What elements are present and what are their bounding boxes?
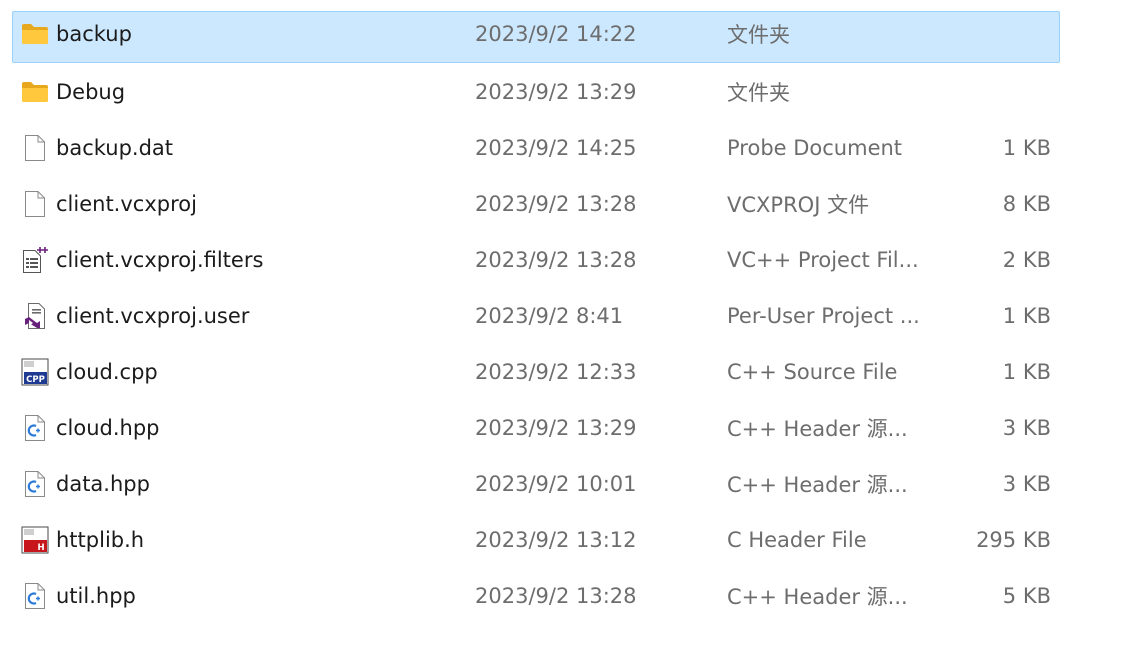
file-row-client-vcxproj[interactable]: client.vcxproj 2023/9/2 13:28 VCXPROJ 文件…: [12, 176, 1060, 232]
file-row-client-vcxproj-user[interactable]: client.vcxproj.user 2023/9/2 8:41 Per-Us…: [12, 288, 1060, 344]
file-type: C++ Header 源...: [727, 585, 908, 609]
file-name: client.vcxproj.user: [56, 304, 250, 328]
file-row-cloud-hpp[interactable]: cloud.hpp 2023/9/2 13:29 C++ Header 源...…: [12, 400, 1060, 456]
blank-file-icon: [19, 177, 51, 231]
file-name: backup.dat: [56, 136, 174, 160]
file-type: Per-User Project ...: [727, 304, 920, 328]
blank-file-icon: [19, 121, 51, 175]
file-type: C++ Header 源...: [727, 417, 908, 441]
file-type: C++ Header 源...: [727, 473, 908, 497]
file-date: 2023/9/2 13:28: [475, 192, 637, 216]
file-type: VCXPROJ 文件: [727, 193, 870, 217]
file-size: 1 KB: [1002, 304, 1051, 328]
file-name: httplib.h: [56, 528, 145, 552]
file-date: 2023/9/2 13:29: [475, 80, 637, 104]
file-row-client-vcxproj-filters[interactable]: client.vcxproj.filters 2023/9/2 13:28 VC…: [12, 232, 1060, 288]
cpp-file-icon: CPP: [19, 345, 51, 399]
file-name: util.hpp: [56, 584, 136, 608]
vc-filters-file-icon: [19, 233, 51, 287]
file-row-util-hpp[interactable]: util.hpp 2023/9/2 13:28 C++ Header 源... …: [12, 568, 1060, 624]
cpp-header-file-icon: [19, 569, 51, 623]
file-date: 2023/9/2 12:33: [475, 360, 637, 384]
file-size: 5 KB: [1002, 584, 1051, 608]
folder-icon: [19, 9, 51, 59]
file-size: 8 KB: [1002, 192, 1051, 216]
file-type: Probe Document: [727, 136, 903, 160]
file-date: 2023/9/2 14:25: [475, 136, 637, 160]
file-row-cloud-cpp[interactable]: CPP cloud.cpp 2023/9/2 12:33 C++ Source …: [12, 344, 1060, 400]
file-size: 1 KB: [1002, 360, 1051, 384]
file-name: client.vcxproj.filters: [56, 248, 264, 272]
visual-studio-file-icon: [19, 289, 51, 343]
file-date: 2023/9/2 13:28: [475, 248, 637, 272]
file-name: client.vcxproj: [56, 192, 197, 216]
file-row-backup-dat[interactable]: backup.dat 2023/9/2 14:25 Probe Document…: [12, 120, 1060, 176]
file-row-httplib-h[interactable]: H httplib.h 2023/9/2 13:12 C Header File…: [12, 512, 1060, 568]
c-header-file-icon: H: [19, 513, 51, 567]
file-type: 文件夹: [727, 23, 790, 47]
file-type: C++ Source File: [727, 360, 898, 384]
file-name: data.hpp: [56, 472, 150, 496]
file-size: 295 KB: [976, 528, 1051, 552]
file-list: backup 2023/9/2 14:22 文件夹 Debug 2023/9/2…: [12, 8, 1060, 624]
file-row-backup[interactable]: backup 2023/9/2 14:22 文件夹: [12, 11, 1060, 63]
file-date: 2023/9/2 8:41: [475, 304, 624, 328]
file-type: C Header File: [727, 528, 867, 552]
file-size: 2 KB: [1002, 248, 1051, 272]
cpp-icon-label: CPP: [26, 375, 45, 385]
file-date: 2023/9/2 10:01: [475, 472, 637, 496]
file-type: VC++ Project Fil...: [727, 248, 919, 272]
file-row-debug[interactable]: Debug 2023/9/2 13:29 文件夹: [12, 64, 1060, 120]
file-size: 3 KB: [1002, 416, 1051, 440]
file-date: 2023/9/2 13:28: [475, 584, 637, 608]
file-size: 1 KB: [1002, 136, 1051, 160]
file-name: Debug: [56, 80, 126, 104]
file-date: 2023/9/2 14:22: [475, 22, 637, 46]
header-icon-label: H: [37, 543, 44, 553]
file-date: 2023/9/2 13:12: [475, 528, 637, 552]
file-row-data-hpp[interactable]: data.hpp 2023/9/2 10:01 C++ Header 源... …: [12, 456, 1060, 512]
cpp-header-file-icon: [19, 457, 51, 511]
file-size: 3 KB: [1002, 472, 1051, 496]
file-name: cloud.hpp: [56, 416, 160, 440]
folder-icon: [19, 65, 51, 119]
file-name: backup: [56, 22, 132, 46]
file-type: 文件夹: [727, 81, 790, 105]
cpp-header-file-icon: [19, 401, 51, 455]
file-date: 2023/9/2 13:29: [475, 416, 637, 440]
file-name: cloud.cpp: [56, 360, 158, 384]
